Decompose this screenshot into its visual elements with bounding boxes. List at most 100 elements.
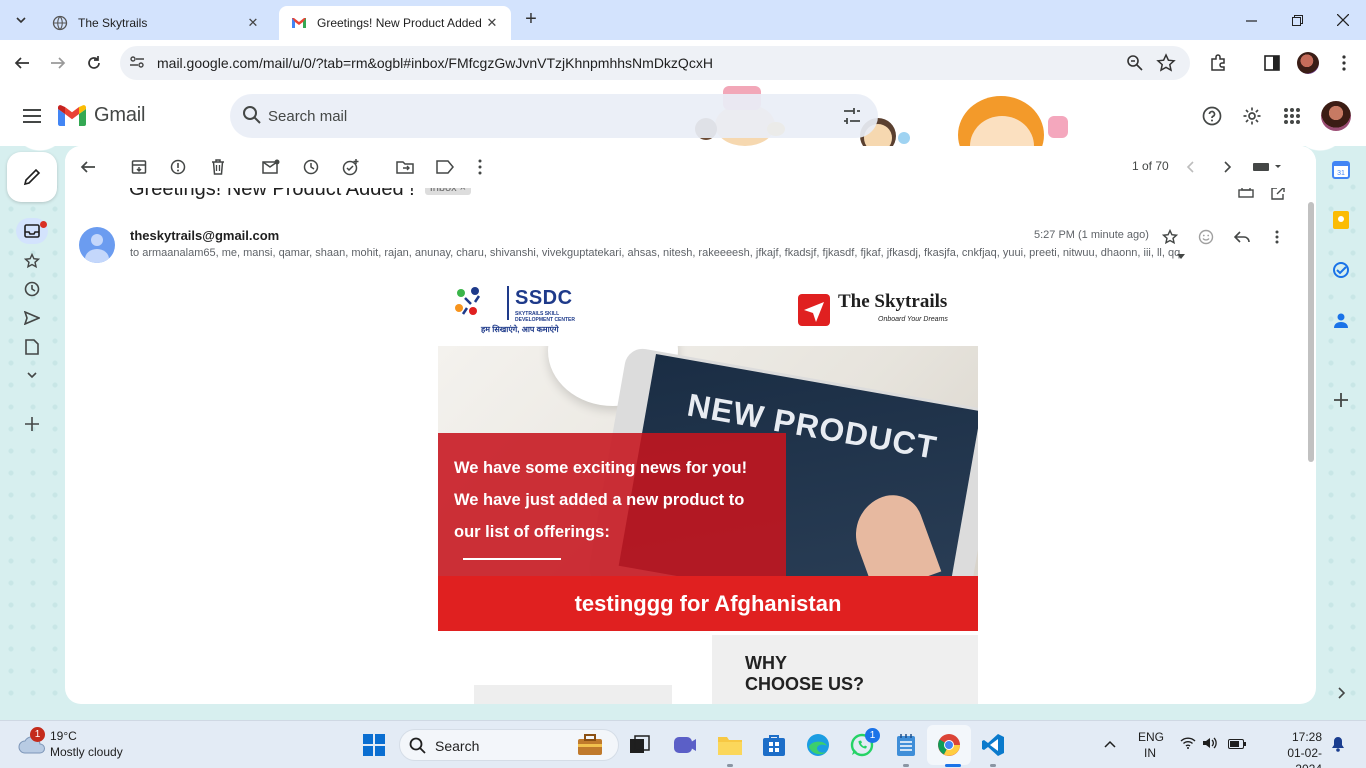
- microsoft-store-icon[interactable]: [760, 731, 788, 759]
- weather-temperature[interactable]: 19°C: [50, 729, 77, 743]
- add-to-tasks-button[interactable]: [340, 156, 362, 178]
- site-settings-icon[interactable]: [128, 53, 146, 76]
- keep-app-icon[interactable]: [1330, 209, 1352, 231]
- tab-title: The Skytrails: [78, 16, 148, 30]
- close-tab-icon[interactable]: ✕: [244, 14, 262, 32]
- tab-search-button[interactable]: [8, 7, 34, 33]
- input-tools-button[interactable]: [1251, 156, 1285, 178]
- taskbar-clock[interactable]: 17:28 01-02-2024: [1262, 729, 1322, 768]
- close-window-button[interactable]: [1320, 0, 1366, 40]
- notepad-icon[interactable]: [892, 731, 920, 759]
- close-tab-icon[interactable]: ✕: [483, 14, 501, 32]
- vscode-icon[interactable]: [979, 731, 1007, 759]
- newer-button[interactable]: [1180, 156, 1202, 178]
- settings-gear-icon[interactable]: [1240, 104, 1264, 128]
- reply-button[interactable]: [1231, 226, 1253, 248]
- skytrails-plane-icon: [798, 294, 830, 326]
- archive-button[interactable]: [128, 156, 150, 178]
- zoom-icon[interactable]: [1126, 54, 1144, 77]
- get-addons-button[interactable]: [1330, 389, 1352, 411]
- new-tab-button[interactable]: +: [520, 9, 542, 31]
- star-email-button[interactable]: [1159, 226, 1181, 248]
- back-button[interactable]: [10, 51, 34, 75]
- tasks-app-icon[interactable]: [1330, 259, 1352, 281]
- forward-button[interactable]: [46, 51, 70, 75]
- older-button[interactable]: [1216, 156, 1238, 178]
- plus-icon: [1334, 393, 1348, 407]
- ssdc-subtitle: SKYTRAILS SKILL DEVELOPMENT CENTER: [515, 311, 576, 323]
- add-reaction-button[interactable]: [1195, 226, 1217, 248]
- hamburger-icon: [23, 109, 41, 123]
- restore-button[interactable]: [1274, 0, 1320, 40]
- search-icon: [409, 737, 426, 754]
- start-button[interactable]: [360, 731, 388, 759]
- kebab-menu-icon: [478, 159, 482, 175]
- edge-browser-icon[interactable]: [804, 731, 832, 759]
- language-region[interactable]: IN: [1144, 746, 1156, 760]
- account-avatar[interactable]: [1321, 101, 1351, 131]
- nav-drafts[interactable]: [20, 335, 44, 359]
- nav-snoozed[interactable]: [20, 277, 44, 301]
- sender-avatar[interactable]: [79, 227, 115, 263]
- kebab-menu-icon[interactable]: [1334, 53, 1354, 73]
- snooze-button[interactable]: [300, 156, 322, 178]
- main-menu-button[interactable]: [20, 104, 44, 128]
- meet-chat-icon[interactable]: [671, 731, 699, 759]
- notification-bell-icon[interactable]: [1331, 736, 1345, 755]
- reload-button[interactable]: [82, 51, 106, 75]
- volume-icon[interactable]: [1202, 737, 1218, 752]
- taskbar-search[interactable]: Search: [399, 729, 619, 761]
- email-body: SSDC SKYTRAILS SKILL DEVELOPMENT CENTER …: [438, 284, 978, 704]
- show-details-button[interactable]: [1175, 250, 1187, 262]
- nav-sent[interactable]: [20, 306, 44, 330]
- help-icon[interactable]: [1200, 104, 1224, 128]
- file-explorer-icon[interactable]: [716, 731, 744, 759]
- chrome-browser-icon[interactable]: [935, 731, 963, 759]
- task-view-icon[interactable]: [626, 731, 654, 759]
- contacts-app-icon[interactable]: [1330, 309, 1352, 331]
- search-options-icon[interactable]: [842, 106, 862, 131]
- report-spam-button[interactable]: [167, 156, 189, 178]
- running-indicator: [727, 764, 733, 767]
- more-actions-button[interactable]: [469, 156, 491, 178]
- email-timestamp: 5:27 PM (1 minute ago): [1034, 229, 1149, 241]
- battery-icon[interactable]: [1228, 738, 1246, 752]
- ssdc-mark-icon: [455, 287, 481, 315]
- gmail-logo[interactable]: Gmail: [58, 104, 145, 127]
- extensions-icon[interactable]: [1208, 53, 1228, 73]
- running-indicator: [903, 764, 909, 767]
- wifi-icon[interactable]: [1180, 737, 1196, 752]
- message-more-button[interactable]: [1266, 226, 1288, 248]
- bookmark-star-icon[interactable]: [1156, 53, 1176, 78]
- language-code[interactable]: ENG: [1138, 730, 1164, 744]
- side-panel-icon[interactable]: [1262, 53, 1282, 73]
- search-icon[interactable]: [242, 105, 262, 130]
- weather-description[interactable]: Mostly cloudy: [50, 745, 123, 759]
- create-label-button[interactable]: [20, 412, 44, 436]
- sender-email[interactable]: theskytrails@gmail.com: [130, 228, 279, 243]
- nav-starred[interactable]: [20, 249, 44, 273]
- inbox-icon: [24, 224, 40, 238]
- profile-avatar[interactable]: [1297, 52, 1319, 74]
- move-to-button[interactable]: [394, 156, 416, 178]
- keyboard-icon: [1253, 163, 1281, 171]
- url-text[interactable]: mail.google.com/mail/u/0/?tab=rm&ogbl#in…: [157, 55, 713, 71]
- show-hidden-icons[interactable]: [1104, 737, 1116, 751]
- browser-tab-skytrails[interactable]: The Skytrails ✕: [40, 6, 272, 40]
- browser-tab-gmail[interactable]: Greetings! New Product Added ✕: [279, 6, 511, 40]
- gmail-app: Gmail 31: [0, 86, 1366, 720]
- minimize-button[interactable]: [1228, 0, 1274, 40]
- apps-grid-icon[interactable]: [1280, 104, 1304, 128]
- address-bar[interactable]: mail.google.com/mail/u/0/?tab=rm&ogbl#in…: [120, 46, 1190, 80]
- calendar-app-icon[interactable]: 31: [1330, 159, 1352, 181]
- search-bar[interactable]: [230, 94, 878, 138]
- hide-side-panel-button[interactable]: [1330, 682, 1352, 704]
- mark-unread-button[interactable]: [260, 156, 282, 178]
- back-to-inbox-button[interactable]: [77, 156, 99, 178]
- search-input[interactable]: [268, 103, 808, 129]
- compose-button[interactable]: [7, 152, 57, 202]
- scrollbar-thumb[interactable]: [1308, 202, 1314, 462]
- labels-button[interactable]: [434, 156, 456, 178]
- nav-more[interactable]: [20, 363, 44, 387]
- delete-button[interactable]: [207, 156, 229, 178]
